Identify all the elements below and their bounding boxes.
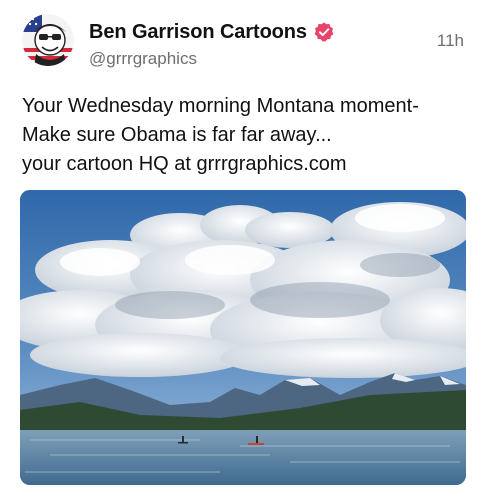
post-timestamp[interactable]: 11h [437, 31, 464, 51]
post-text-line: Your Wednesday morning Montana moment- [22, 95, 419, 117]
post-photo[interactable] [20, 190, 466, 485]
author-name[interactable]: Ben Garrison Cartoons [89, 21, 307, 44]
author-handle[interactable]: @grrrgraphics [89, 49, 429, 71]
mountain-lake-photo [20, 190, 466, 485]
post-header: Ben Garrison Cartoons @grrrgraphics [89, 18, 429, 71]
post-text-line: your cartoon HQ at grrrgraphics.com [22, 153, 347, 175]
avatar[interactable] [22, 14, 74, 66]
avatar-image [22, 14, 74, 66]
author-row: Ben Garrison Cartoons [89, 18, 429, 46]
post-text-line: Make sure Obama is far far away... [22, 124, 332, 146]
verified-badge-icon [313, 21, 335, 43]
post-card: Ben Garrison Cartoons @grrrgraphics 11h … [0, 0, 486, 500]
post-text: Your Wednesday morning Montana moment- M… [22, 92, 472, 179]
